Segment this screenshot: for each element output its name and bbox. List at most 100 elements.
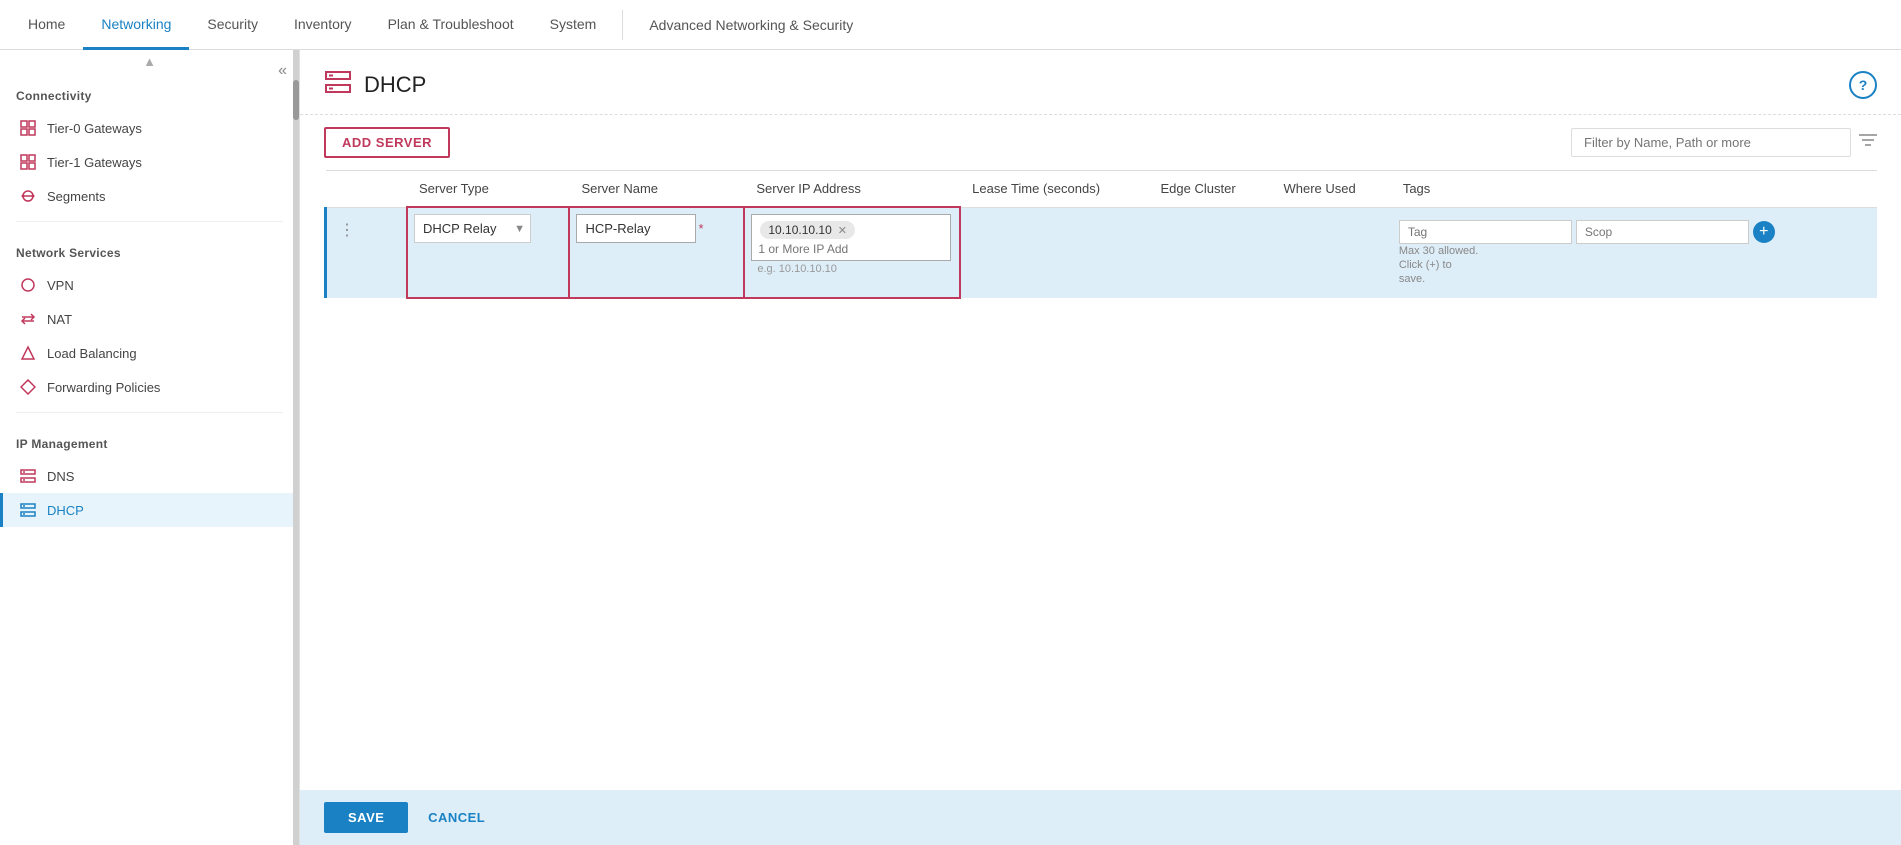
sidebar-item-dhcp-label: DHCP — [47, 503, 84, 518]
sidebar-item-nat-label: NAT — [47, 312, 72, 327]
row-context-menu-button[interactable]: ⋮ — [335, 220, 359, 240]
page-header: DHCP ? — [300, 50, 1901, 115]
col-tags: Tags — [1391, 171, 1877, 208]
table-header-row: Server Type Server Name Server IP Addres… — [326, 171, 1878, 208]
dns-icon — [19, 468, 37, 484]
nav-advanced[interactable]: Advanced Networking & Security — [631, 0, 871, 49]
col-menu — [326, 171, 368, 208]
fork-icon — [19, 188, 37, 204]
sidebar-item-tier0-label: Tier-0 Gateways — [47, 121, 142, 136]
row-checkbox-cell — [367, 207, 407, 298]
nav-inventory[interactable]: Inventory — [276, 1, 370, 50]
sidebar-item-tier1[interactable]: Tier-1 Gateways — [0, 145, 299, 179]
sidebar-divider-1 — [16, 221, 283, 222]
cancel-button[interactable]: CANCEL — [412, 802, 501, 833]
row-server-type-cell: DHCP Relay DHCP Server ▼ — [407, 207, 569, 298]
nat-icon — [19, 311, 37, 327]
sidebar-item-segments-label: Segments — [47, 189, 106, 204]
sidebar-item-dns[interactable]: DNS — [0, 459, 299, 493]
sidebar-item-forwarding-policies-label: Forwarding Policies — [47, 380, 160, 395]
row-lease-time-cell — [960, 207, 1148, 298]
sidebar-item-vpn[interactable]: VPN — [0, 268, 299, 302]
sidebar-collapse-button[interactable]: « — [274, 58, 291, 84]
sidebar-item-dns-label: DNS — [47, 469, 74, 484]
sidebar-scrollbar[interactable] — [293, 50, 299, 845]
nav-home[interactable]: Home — [10, 1, 83, 50]
sidebar-section-ip-management: IP Management — [0, 421, 299, 459]
required-star: * — [698, 221, 703, 236]
ip-tag: 10.10.10.10 ✕ — [760, 221, 855, 239]
nav-networking[interactable]: Networking — [83, 1, 189, 50]
sidebar-item-vpn-label: VPN — [47, 278, 74, 293]
sidebar-item-tier0[interactable]: Tier-0 Gateways — [0, 111, 299, 145]
chevron-up-icon: ▲ — [143, 54, 156, 69]
ip-input[interactable] — [758, 242, 858, 256]
ip-field-wrapper[interactable]: 10.10.10.10 ✕ — [751, 214, 951, 261]
nav-divider — [622, 10, 623, 40]
col-where-used: Where Used — [1271, 171, 1390, 208]
table-row-editing: ⋮ DHCP Relay DHCP Server ▼ — [326, 207, 1878, 298]
ip-tag-value: 10.10.10.10 — [768, 223, 831, 237]
nav-security[interactable]: Security — [189, 1, 276, 50]
content-area: DHCP ? ADD SERVER — [300, 50, 1901, 845]
sidebar-item-forwarding-policies[interactable]: Forwarding Policies — [0, 370, 299, 404]
add-tag-button[interactable]: + — [1753, 221, 1775, 243]
grid-icon-2 — [19, 154, 37, 170]
sidebar-item-tier1-label: Tier-1 Gateways — [47, 155, 142, 170]
dhcp-page-icon — [324, 68, 352, 102]
server-type-select-wrapper: DHCP Relay DHCP Server ▼ — [414, 214, 531, 243]
server-type-select[interactable]: DHCP Relay DHCP Server — [414, 214, 531, 243]
sidebar-divider-2 — [16, 412, 283, 413]
sidebar-item-load-balancing-label: Load Balancing — [47, 346, 137, 361]
col-server-ip: Server IP Address — [744, 171, 960, 208]
row-menu-cell: ⋮ — [326, 207, 368, 298]
dhcp-icon — [19, 502, 37, 518]
nav-plan-troubleshoot[interactable]: Plan & Troubleshoot — [370, 1, 532, 50]
row-tags-cell: + Max 30 allowed. Click (+) to save. — [1391, 207, 1877, 298]
main-layout: « ▲ Connectivity Tier-0 Gateways — [0, 50, 1901, 845]
nav-system[interactable]: System — [532, 1, 615, 50]
filter-input[interactable] — [1571, 128, 1851, 157]
tags-area: + — [1399, 220, 1869, 244]
grid-icon — [19, 120, 37, 136]
scope-input[interactable] — [1576, 220, 1749, 244]
filter-lines-icon[interactable] — [1859, 133, 1877, 152]
col-server-type: Server Type — [407, 171, 569, 208]
sidebar-section-network-services: Network Services — [0, 230, 299, 268]
sidebar: « ▲ Connectivity Tier-0 Gateways — [0, 50, 300, 845]
sidebar-item-load-balancing[interactable]: Load Balancing — [0, 336, 299, 370]
toolbar: ADD SERVER — [300, 115, 1901, 170]
server-name-input[interactable] — [576, 214, 696, 243]
row-where-used-cell — [1271, 207, 1390, 298]
sidebar-section-connectivity: Connectivity — [0, 73, 299, 111]
add-server-button[interactable]: ADD SERVER — [324, 127, 450, 158]
forwarding-icon — [19, 379, 37, 395]
tag-max-note: Max 30 allowed. Click (+) to save. — [1399, 244, 1479, 287]
col-edge-cluster: Edge Cluster — [1149, 171, 1272, 208]
col-checkbox — [367, 171, 407, 208]
sidebar-item-nat[interactable]: NAT — [0, 302, 299, 336]
vpn-icon — [19, 277, 37, 293]
sidebar-scroll-up-button[interactable]: ▲ — [0, 50, 299, 73]
filter-area — [1571, 128, 1877, 157]
ip-tag-close-button[interactable]: ✕ — [838, 224, 847, 237]
sidebar-item-segments[interactable]: Segments — [0, 179, 299, 213]
tag-input[interactable] — [1399, 220, 1572, 244]
save-cancel-row: SAVE CANCEL — [300, 790, 1901, 845]
top-navigation: Home Networking Security Inventory Plan … — [0, 0, 1901, 50]
table-wrapper: Server Type Server Name Server IP Addres… — [300, 170, 1901, 790]
page-title-row: DHCP — [324, 68, 426, 102]
save-button[interactable]: SAVE — [324, 802, 408, 833]
load-balancing-icon — [19, 345, 37, 361]
ip-hint: e.g. 10.10.10.10 — [751, 261, 953, 277]
col-lease-time: Lease Time (seconds) — [960, 171, 1148, 208]
page-title: DHCP — [364, 72, 426, 98]
row-server-name-cell: * — [569, 207, 744, 298]
dhcp-servers-table: Server Type Server Name Server IP Addres… — [324, 170, 1877, 299]
sidebar-item-dhcp[interactable]: DHCP — [0, 493, 299, 527]
help-button[interactable]: ? — [1849, 71, 1877, 99]
row-server-ip-cell: 10.10.10.10 ✕ e.g. 10.10.10.10 — [744, 207, 960, 298]
col-server-name: Server Name — [569, 171, 744, 208]
sidebar-scrollbar-thumb[interactable] — [293, 80, 299, 120]
row-edge-cluster-cell — [1149, 207, 1272, 298]
